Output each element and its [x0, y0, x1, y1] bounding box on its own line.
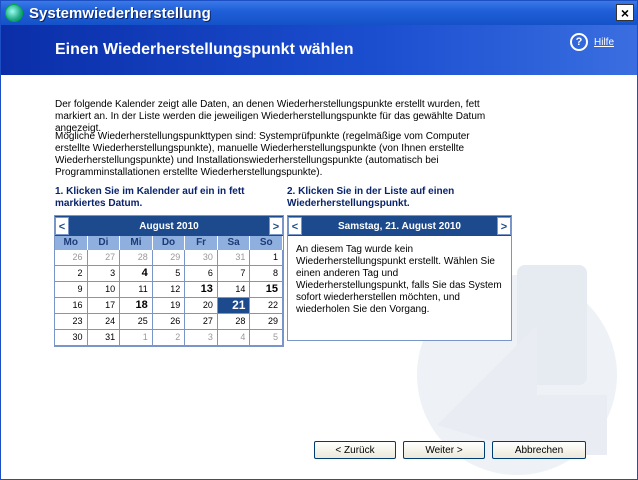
calendar-day[interactable]: 27 [87, 250, 121, 266]
calendar-day[interactable]: 16 [55, 298, 88, 314]
calendar-day[interactable]: 28 [217, 314, 251, 330]
calendar-day[interactable]: 11 [120, 282, 153, 298]
calendar-day[interactable]: 13 [185, 282, 218, 298]
system-restore-window: Systemwiederherstellung × Einen Wiederhe… [0, 0, 638, 480]
cancel-button[interactable]: Abbrechen [492, 441, 586, 459]
calendar: < August 2010 > Mo Di Mi Do Fr Sa So 26 27 28 29 3… [54, 215, 284, 347]
calendar-day[interactable]: 14 [217, 282, 251, 298]
calendar-month: August 2010 [139, 220, 199, 232]
weekday-header: So [250, 236, 283, 250]
weekday-header: Mi [120, 236, 153, 250]
calendar-day[interactable]: 5 [250, 330, 283, 346]
next-button[interactable]: Weiter > [403, 441, 485, 459]
calendar-day[interactable]: 29 [250, 314, 283, 330]
calendar-day[interactable]: 4 [120, 266, 153, 282]
calendar-prev-button[interactable]: < [55, 217, 69, 235]
calendar-day[interactable]: 31 [217, 250, 251, 266]
calendar-day[interactable]: 1 [120, 330, 153, 346]
intro-paragraph-1: Der folgende Kalender zeigt alle Daten, … [55, 99, 486, 134]
weekday-header: Do [153, 236, 186, 250]
system-restore-icon [5, 4, 23, 22]
calendar-day[interactable]: 7 [217, 266, 251, 282]
calendar-day[interactable]: 27 [185, 314, 218, 330]
calendar-day[interactable]: 5 [152, 266, 186, 282]
calendar-day[interactable]: 22 [250, 298, 283, 314]
wizard-header: Einen Wiederherstellungspunkt wählen ? H… [1, 25, 637, 75]
back-button[interactable]: < Zurück [314, 441, 396, 459]
calendar-day[interactable]: 18 [120, 298, 153, 314]
calendar-day[interactable]: 26 [55, 250, 88, 266]
calendar-day[interactable]: 23 [55, 314, 88, 330]
calendar-day[interactable]: 29 [152, 250, 186, 266]
weekday-header: Di [88, 236, 121, 250]
calendar-day-selected[interactable]: 21 [217, 298, 251, 314]
calendar-day[interactable]: 1 [250, 250, 283, 266]
calendar-day[interactable]: 2 [152, 330, 186, 346]
calendar-day[interactable]: 12 [152, 282, 186, 298]
weekday-header: Mo [55, 236, 88, 250]
calendar-day[interactable]: 2 [55, 266, 88, 282]
calendar-day[interactable]: 26 [152, 314, 186, 330]
calendar-day[interactable]: 3 [87, 266, 121, 282]
restore-point-list: < Samstag, 21. August 2010 > An diesem T… [287, 215, 512, 341]
calendar-weekdays: Mo Di Mi Do Fr Sa So [55, 236, 283, 250]
list-message: An diesem Tag wurde kein Wiederherstellu… [296, 244, 502, 315]
calendar-grid: 26 27 28 29 30 31 1 2 3 4 5 6 7 8 9 10 11 12 13 14 15 16 17 18 1… [55, 250, 283, 346]
calendar-day[interactable]: 8 [250, 266, 283, 282]
page-title: Einen Wiederherstellungspunkt wählen [55, 41, 354, 58]
calendar-day[interactable]: 24 [87, 314, 121, 330]
calendar-day[interactable]: 31 [87, 330, 121, 346]
calendar-day[interactable]: 9 [55, 282, 88, 298]
calendar-day[interactable]: 15 [250, 282, 283, 298]
calendar-day[interactable]: 10 [87, 282, 121, 298]
help-icon[interactable]: ? [570, 33, 588, 51]
window-title: Systemwiederherstellung [29, 4, 211, 22]
intro-paragraph-2: Mögliche Wiederherstellungspunkttypen si… [55, 131, 470, 178]
calendar-day[interactable]: 28 [120, 250, 153, 266]
calendar-day[interactable]: 3 [185, 330, 218, 346]
calendar-day[interactable]: 30 [55, 330, 88, 346]
calendar-day[interactable]: 4 [217, 330, 251, 346]
title-bar: Systemwiederherstellung × [1, 1, 637, 25]
step-1-instruction: 1. Klicken Sie im Kalender auf ein in fe… [55, 186, 245, 209]
help-link[interactable]: Hilfe [594, 37, 614, 48]
calendar-day[interactable]: 30 [185, 250, 218, 266]
close-button[interactable]: × [616, 4, 634, 21]
calendar-day[interactable]: 25 [120, 314, 153, 330]
list-header: < Samstag, 21. August 2010 > [288, 216, 511, 236]
calendar-day[interactable]: 19 [152, 298, 186, 314]
calendar-next-button[interactable]: > [269, 217, 283, 235]
calendar-day[interactable]: 6 [185, 266, 218, 282]
list-prev-day-button[interactable]: < [288, 217, 302, 235]
step-2-instruction: 2. Klicken Sie in der Liste auf einen Wi… [287, 186, 455, 209]
calendar-header: < August 2010 > [55, 216, 283, 236]
weekday-header: Fr [185, 236, 218, 250]
calendar-day[interactable]: 20 [185, 298, 218, 314]
calendar-day[interactable]: 17 [87, 298, 121, 314]
list-selected-date: Samstag, 21. August 2010 [337, 220, 461, 232]
weekday-header: Sa [218, 236, 251, 250]
list-next-day-button[interactable]: > [496, 217, 511, 235]
